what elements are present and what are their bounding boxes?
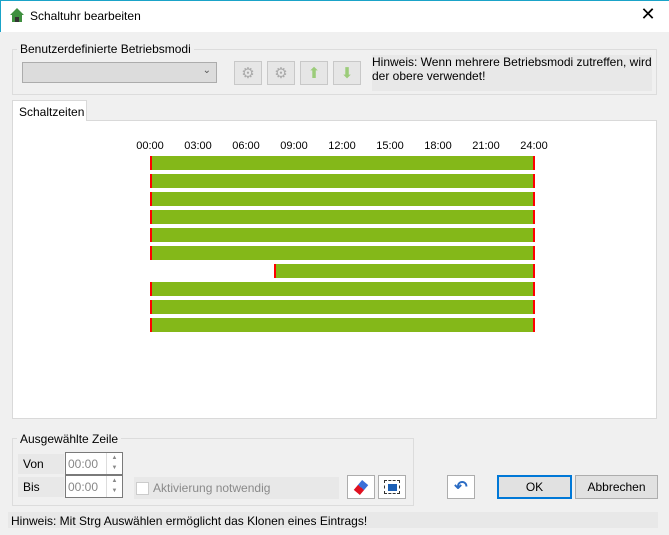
x-tick-label: 21:00	[472, 140, 500, 152]
window-title: Schaltuhr bearbeiten	[30, 9, 141, 23]
selected-row-group-label: Ausgewählte Zeile	[17, 432, 122, 446]
move-up-button[interactable]: ⬆	[300, 61, 328, 85]
modes-hint: Hinweis: Wenn mehrere Betriebsmodi zutre…	[372, 55, 652, 91]
x-tick-label: 12:00	[328, 140, 356, 152]
von-label: Von	[18, 454, 64, 474]
schedule-bar-row1[interactable]	[150, 156, 535, 170]
tab-schaltzeiten[interactable]: Schaltzeiten	[12, 100, 87, 121]
activation-checkbox-label: Aktivierung notwendig	[153, 481, 271, 495]
x-tick-label: 00:00	[136, 140, 164, 152]
home-icon	[10, 8, 24, 22]
select-all-button[interactable]	[378, 475, 406, 499]
bis-label: Bis	[18, 477, 64, 497]
schedule-bar-row4[interactable]	[150, 210, 535, 224]
select-icon	[384, 480, 400, 494]
modes-dropdown[interactable]: ⌄	[22, 62, 217, 83]
arrow-down-icon: ⬇	[340, 65, 354, 82]
bis-value: 00:00	[68, 480, 99, 494]
delete-mode-button[interactable]: ⚙	[267, 61, 295, 85]
cancel-button[interactable]: Abbrechen	[575, 475, 658, 499]
schedule-bar-row2[interactable]	[150, 174, 535, 188]
ok-button[interactable]: OK	[497, 475, 572, 499]
footer-hint: Hinweis: Mit Strg Auswählen ermöglicht d…	[8, 512, 658, 528]
x-tick-label: 06:00	[232, 140, 260, 152]
activation-checkbox-row[interactable]: Aktivierung notwendig	[134, 477, 339, 499]
schedule-bar-row10[interactable]	[150, 318, 535, 332]
schedule-bar-row9[interactable]	[150, 300, 535, 314]
schedule-bar-row5[interactable]	[150, 228, 535, 242]
von-value: 00:00	[68, 457, 99, 471]
schedule-bar-row7[interactable]	[274, 264, 535, 278]
von-spinner[interactable]: ▲ ▼	[106, 453, 122, 474]
schedule-bar-row8[interactable]	[150, 282, 535, 296]
x-tick-label: 24:00	[520, 140, 548, 152]
move-down-button[interactable]: ⬇	[333, 61, 361, 85]
arrow-up-icon: ⬆	[307, 65, 321, 82]
modes-group-label: Benutzerdefinierte Betriebsmodi	[17, 42, 194, 56]
clear-button[interactable]	[347, 475, 375, 499]
eraser-icon	[353, 479, 369, 495]
undo-arrow-icon: ↶	[454, 479, 468, 496]
clock-delete-icon: ⚙	[274, 65, 288, 82]
x-tick-label: 15:00	[376, 140, 404, 152]
close-button[interactable]: ✕	[636, 4, 660, 25]
activation-checkbox[interactable]	[136, 481, 149, 495]
x-tick-label: 18:00	[424, 140, 452, 152]
clock-add-icon: ⚙	[241, 65, 255, 82]
schedule-bar-row3[interactable]	[150, 192, 535, 206]
x-tick-label: 03:00	[184, 140, 212, 152]
von-time-input[interactable]: 00:00 ▲ ▼	[65, 452, 123, 475]
x-tick-label: 09:00	[280, 140, 308, 152]
undo-button[interactable]: ↶	[447, 475, 475, 499]
add-mode-button[interactable]: ⚙	[234, 61, 262, 85]
chevron-down-icon: ⌄	[202, 65, 211, 76]
schedule-bar-row6[interactable]	[150, 246, 535, 260]
bis-spinner[interactable]: ▲ ▼	[106, 476, 122, 497]
bis-time-input[interactable]: 00:00 ▲ ▼	[65, 475, 123, 498]
